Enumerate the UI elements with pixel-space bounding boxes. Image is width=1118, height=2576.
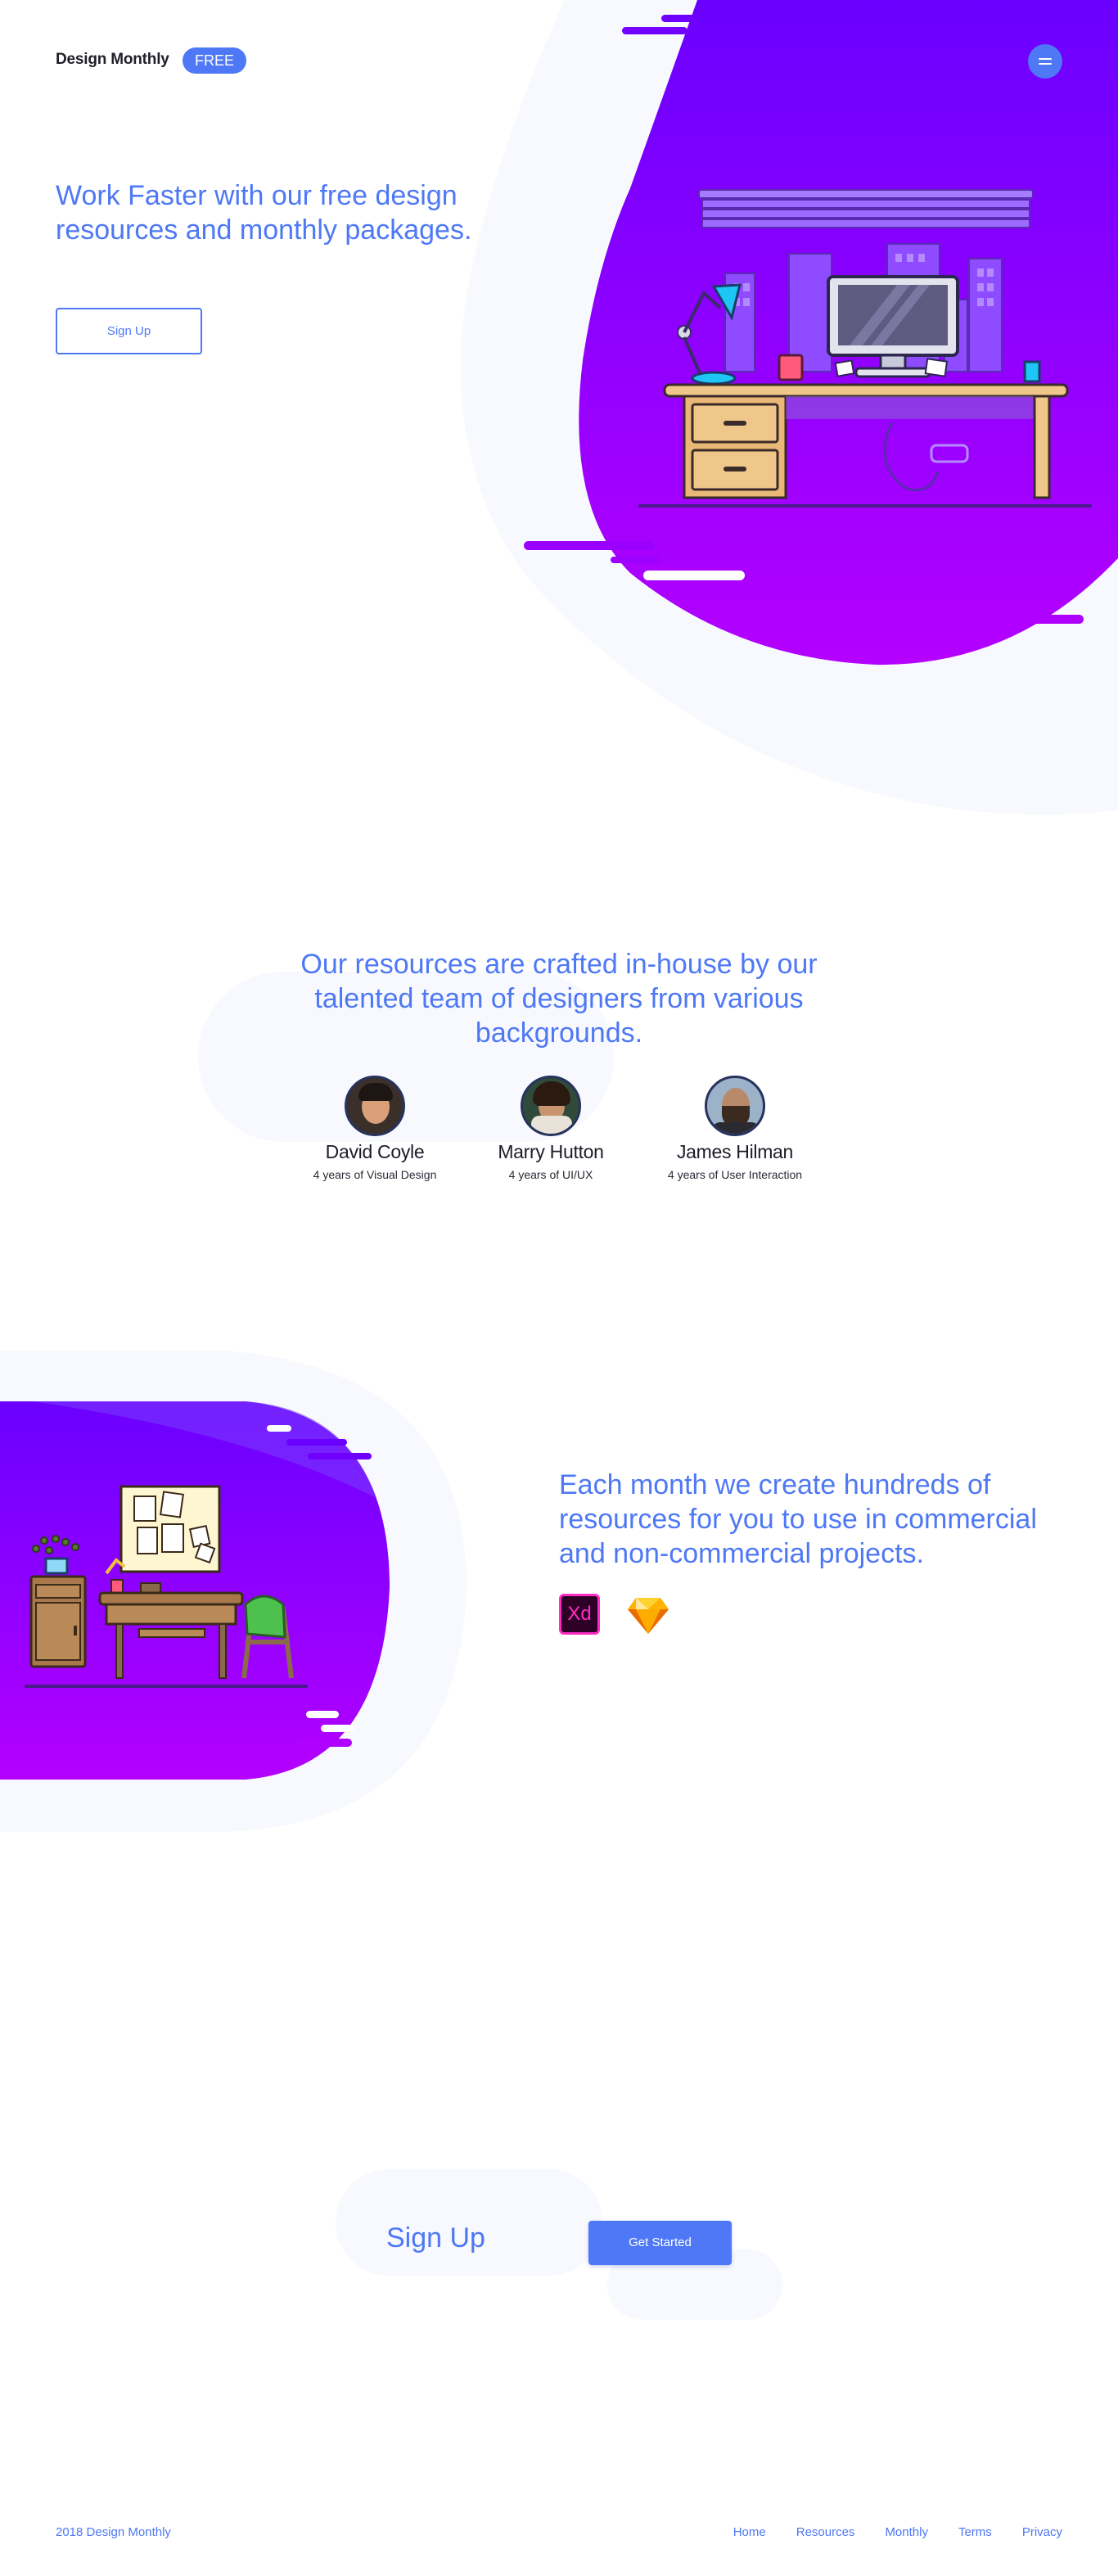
hero-signup-button[interactable]: Sign Up [56,308,202,354]
hamburger-icon [1039,58,1052,60]
workspace-desk-illustration [638,189,1092,508]
avatar [345,1076,405,1136]
footer-link-monthly[interactable]: Monthly [885,2525,928,2539]
footer-nav: Home Resources Monthly Terms Privacy [703,2525,1062,2539]
member-name: James Hilman [676,1141,794,1162]
office-corner-illustration [25,1485,308,1688]
member-name: Marry Hutton [498,1141,604,1162]
brand-logo-text[interactable]: Design Monthly [56,51,169,69]
footer-copyright: 2018 Design Monthly [56,2525,171,2539]
footer-link-privacy[interactable]: Privacy [1022,2525,1062,2539]
monthly-section-title: Each month we create hundreds of resourc… [559,1469,1037,1569]
avatar [705,1076,765,1136]
menu-button[interactable] [1028,44,1062,79]
signup-heading: Sign Up [386,2222,485,2253]
team-member-card: Marry Hutton 4 years of UI/UX [444,1076,657,1181]
member-role: 4 years of UI/UX [508,1168,593,1181]
team-section-title: Our resources are crafted in-house by ou… [300,949,818,1049]
footer-link-resources[interactable]: Resources [796,2525,855,2539]
team-member-card: James Hilman 4 years of User Interaction [629,1076,841,1181]
hero-title: Work Faster with our free design resourc… [56,180,472,246]
member-role: 4 years of User Interaction [667,1168,803,1181]
footer-link-terms[interactable]: Terms [958,2525,992,2539]
footer-link-home[interactable]: Home [733,2525,766,2539]
avatar [521,1076,581,1136]
adobe-xd-icon: Xd [559,1594,600,1635]
free-badge: FREE [183,47,246,74]
sketch-icon [628,1598,669,1634]
get-started-button[interactable]: Get Started [588,2221,732,2265]
hamburger-icon-bar [1039,63,1052,65]
